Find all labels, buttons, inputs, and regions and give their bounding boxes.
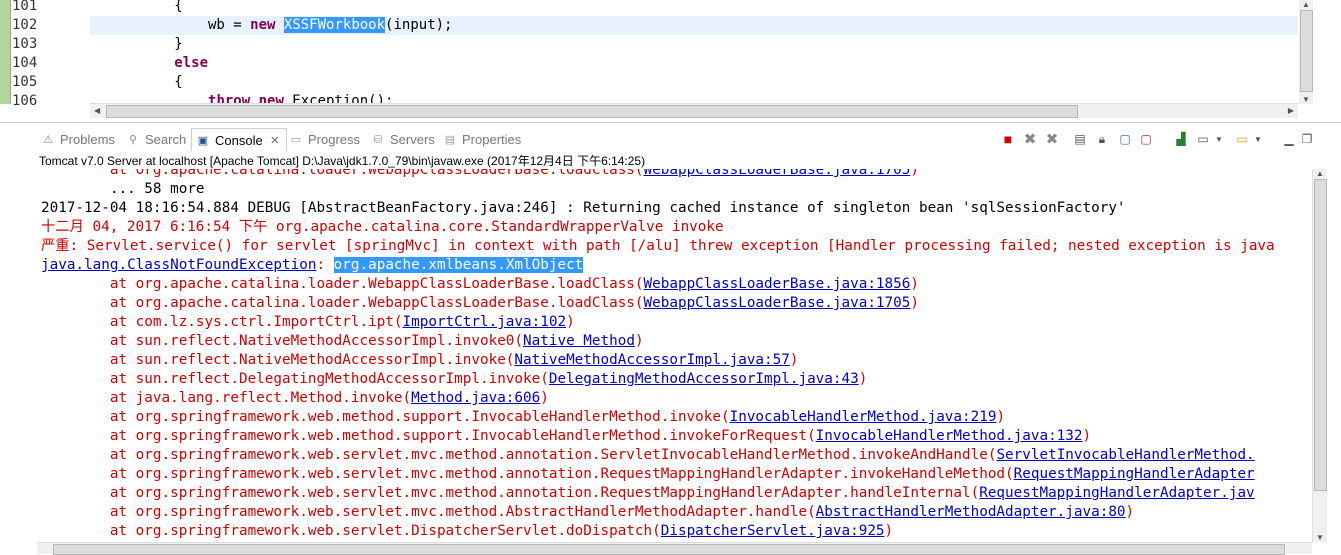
show-stdout-icon[interactable]: ▢: [1117, 131, 1133, 147]
line-number: 105: [12, 74, 38, 90]
line-number: 102: [12, 17, 38, 33]
line-number-gutter: 101 102 103 104 105 106: [0, 0, 38, 109]
stack-link[interactable]: Method.java:606: [411, 390, 540, 406]
console-line: at org.apache.catalina.loader.WebappClas…: [41, 276, 919, 292]
console-line: 十二月 04, 2017 6:16:54 下午 org.apache.catal…: [41, 219, 724, 235]
console-line: 严重: Servlet.service() for servlet [sprin…: [41, 238, 1275, 254]
console-line: at org.apache.catalina.loader.WebappClas…: [41, 295, 919, 311]
console-line: at sun.reflect.NativeMethodAccessorImpl.…: [41, 333, 644, 349]
stack-link[interactable]: ServletInvocableHandlerMethod.: [996, 447, 1254, 463]
console-vertical-scrollbar[interactable]: ▲ ▼: [1312, 169, 1327, 542]
minimize-icon[interactable]: ▁: [1281, 131, 1297, 147]
problems-icon: ⚠: [43, 133, 53, 146]
code-editor[interactable]: 101 102 103 104 105 106 { wb = new XSSFW…: [0, 0, 1341, 123]
stack-link[interactable]: InvocableHandlerMethod.java:132: [816, 428, 1083, 444]
scroll-lock-icon[interactable]: 🔒︎: [1094, 131, 1110, 147]
tab-console[interactable]: ▣ Console ✕: [191, 128, 287, 151]
tab-servers[interactable]: ⛁ Servers: [371, 129, 434, 149]
console-line: at org.springframework.web.servlet.mvc.m…: [41, 447, 1255, 463]
close-icon[interactable]: ✕: [268, 133, 282, 147]
remove-launch-icon[interactable]: ✖: [1022, 131, 1038, 148]
stack-link[interactable]: WebappClassLoaderBase.java:1856: [644, 276, 911, 292]
line-number: 106: [12, 93, 38, 109]
scrollbar-thumb[interactable]: [1314, 179, 1327, 491]
line-number: 103: [12, 36, 38, 52]
exception-link[interactable]: java.lang.ClassNotFoundException: [41, 257, 316, 273]
remove-all-terminated-icon[interactable]: ✖: [1044, 131, 1060, 148]
console-line: at org.springframework.web.servlet.mvc.m…: [41, 466, 1255, 482]
console-icon: ▣: [197, 134, 209, 147]
selected-text: org.apache.xmlbeans.XmlObject: [333, 257, 584, 273]
show-stderr-icon[interactable]: ▢: [1138, 131, 1154, 147]
stack-link[interactable]: RequestMappingHandlerAdapter: [1014, 466, 1255, 482]
stack-link[interactable]: InvocableHandlerMethod.java:219: [730, 409, 997, 425]
console-line: at org.apache.catalina.loader.WebappClas…: [41, 169, 919, 180]
stack-link[interactable]: WebappClassLoaderBase.java:1705: [644, 169, 911, 178]
console-line: at org.springframework.web.method.suppor…: [41, 428, 1092, 444]
stack-link[interactable]: Native Method: [523, 333, 635, 349]
console-line: at org.springframework.web.servlet.mvc.m…: [41, 485, 1255, 501]
console-line: ... 58 more: [41, 181, 205, 197]
scrollbar-thumb[interactable]: [1300, 10, 1313, 92]
line-number: 101: [12, 0, 38, 14]
clear-console-icon[interactable]: ▤: [1072, 131, 1088, 147]
chevron-down-icon[interactable]: ▼: [1250, 131, 1266, 147]
console-process-title: Tomcat v7.0 Server at localhost [Apache …: [39, 154, 646, 168]
console-line: 2017-12-04 18:16:54.884 DEBUG [AbstractB…: [41, 200, 1126, 216]
scroll-down-icon[interactable]: ▼: [1316, 533, 1324, 542]
console-line: at java.lang.reflect.Method.invoke(Metho…: [41, 390, 549, 406]
console-line: at org.springframework.web.servlet.mvc.m…: [41, 504, 1135, 520]
code-line: else: [174, 55, 209, 71]
console-line: at org.springframework.web.servlet.Dispa…: [41, 523, 894, 539]
console-line: at sun.reflect.DelegatingMethodAccessorI…: [41, 371, 868, 387]
open-console-icon[interactable]: ▭: [1234, 131, 1250, 147]
terminate-icon[interactable]: ■: [1000, 131, 1016, 147]
stack-link[interactable]: WebappClassLoaderBase.java:1705: [644, 295, 911, 311]
progress-icon: ▭: [290, 133, 302, 146]
servers-icon: ⛁: [373, 133, 383, 146]
stack-link[interactable]: DispatcherServlet.java:925: [661, 523, 885, 539]
code-line: }: [90, 36, 183, 52]
code-line: {: [90, 74, 183, 90]
chevron-down-icon[interactable]: ▼: [1211, 131, 1227, 147]
code-line-current: wb = new XSSFWorkbook(input);: [90, 16, 1298, 35]
console-line: at sun.reflect.NativeMethodAccessorImpl.…: [41, 352, 799, 368]
tab-search[interactable]: ⚲ Search: [126, 129, 186, 149]
line-number: 104: [12, 55, 38, 71]
console-horizontal-scrollbar[interactable]: [37, 542, 1312, 555]
selected-text: XSSFWorkbook: [283, 17, 386, 33]
scroll-up-icon[interactable]: ▲: [1316, 169, 1324, 178]
scroll-left-icon[interactable]: ◀: [94, 106, 100, 115]
scroll-down-icon[interactable]: ▼: [1302, 95, 1310, 104]
tab-progress[interactable]: ▭ Progress: [289, 129, 360, 149]
scroll-up-icon[interactable]: ▲: [1302, 0, 1310, 9]
code-area[interactable]: { wb = new XSSFWorkbook(input); } else {…: [90, 0, 1300, 104]
stack-link[interactable]: ImportCtrl.java:102: [403, 314, 567, 330]
editor-vertical-scrollbar[interactable]: ▲ ▼: [1299, 0, 1313, 104]
view-tab-bar: ⚠ Problems ⚲ Search ▣ Console ✕ ▭ Progress ⛁…: [37, 127, 1341, 151]
stack-link[interactable]: NativeMethodAccessorImpl.java:57: [514, 352, 789, 368]
pin-console-icon[interactable]: ▟: [1173, 131, 1189, 147]
stack-link[interactable]: AbstractHandlerMethodAdapter.java:80: [816, 504, 1126, 520]
search-icon: ⚲: [128, 133, 138, 146]
tab-problems[interactable]: ⚠ Problems: [41, 129, 115, 149]
console-output[interactable]: at org.apache.catalina.loader.WebappClas…: [37, 169, 1310, 542]
maximize-icon[interactable]: ❐: [1299, 131, 1315, 147]
console-line: at com.lz.sys.ctrl.ImportCtrl.ipt(Import…: [41, 314, 575, 330]
tab-properties[interactable]: ▤ Properties: [443, 129, 521, 149]
stack-link[interactable]: DelegatingMethodAccessorImpl.java:43: [549, 371, 859, 387]
properties-icon: ▤: [444, 133, 456, 146]
stack-link[interactable]: RequestMappingHandlerAdapter.jav: [979, 485, 1254, 501]
scrollbar-thumb[interactable]: [106, 105, 1078, 118]
display-console-icon[interactable]: ▭: [1195, 131, 1211, 147]
scrollbar-thumb[interactable]: [53, 544, 1285, 555]
console-line: at org.springframework.web.method.suppor…: [41, 409, 1006, 425]
editor-horizontal-scrollbar[interactable]: ◀ ▶: [90, 103, 1298, 118]
scroll-right-icon[interactable]: ▶: [1288, 106, 1294, 115]
code-line: {: [90, 0, 183, 14]
console-line: java.lang.ClassNotFoundException: org.ap…: [41, 257, 584, 273]
